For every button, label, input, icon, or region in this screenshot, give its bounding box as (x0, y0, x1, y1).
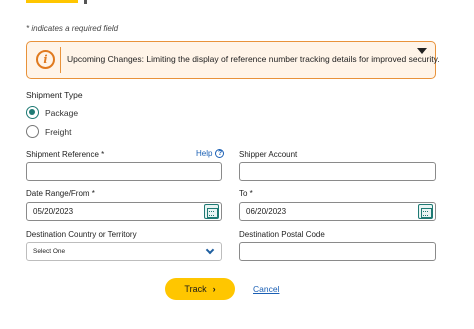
top-tick-mark (84, 0, 87, 4)
upcoming-changes-alert: i Upcoming Changes: Limiting the display… (26, 41, 440, 79)
shipper-account-label: Shipper Account (239, 150, 298, 159)
date-from-input[interactable]: 05/20/2023 (26, 202, 222, 221)
required-field-note: * indicates a required field (26, 24, 119, 33)
track-button[interactable]: Track › (165, 278, 235, 300)
destination-country-label: Destination Country or Territory (26, 230, 137, 239)
alert-message: Upcoming Changes: Limiting the display o… (67, 54, 440, 64)
destination-postal-label: Destination Postal Code (239, 230, 325, 239)
radio-package-label: Package (45, 107, 79, 118)
date-from-value: 05/20/2023 (33, 207, 74, 216)
cancel-link[interactable]: Cancel (253, 284, 279, 294)
shipment-type-label: Shipment Type (26, 90, 83, 100)
radio-freight-label: Freight (45, 126, 72, 137)
date-to-input[interactable]: 06/20/2023 (239, 202, 436, 221)
calendar-icon[interactable] (418, 204, 433, 219)
chevron-down-icon (205, 245, 215, 255)
radio-package[interactable]: Package (26, 106, 78, 119)
date-to-label: To * (239, 189, 253, 198)
info-icon: i (36, 50, 55, 69)
chevron-right-icon: › (212, 284, 216, 294)
date-to-value: 06/20/2023 (246, 207, 287, 216)
help-icon[interactable]: ? (215, 149, 225, 158)
track-label: Track (184, 284, 207, 294)
date-from-label: Date Range/From * (26, 189, 95, 198)
destination-country-select[interactable]: Select One (26, 242, 222, 261)
radio-freight[interactable]: Freight (26, 125, 71, 138)
caret-down-icon[interactable] (417, 48, 427, 54)
help-link[interactable]: Help ? (196, 149, 225, 158)
destination-country-value: Select One (33, 248, 66, 255)
radio-package-button[interactable] (26, 106, 39, 119)
shipment-reference-label: Shipment Reference * (26, 150, 105, 159)
shipper-account-input[interactable] (239, 162, 436, 181)
help-label[interactable]: Help (196, 149, 212, 158)
calendar-icon[interactable] (204, 204, 219, 219)
shipment-reference-input[interactable] (26, 162, 222, 181)
radio-freight-button[interactable] (26, 125, 39, 138)
destination-postal-input[interactable] (239, 242, 436, 261)
top-accent-bar (26, 0, 78, 3)
alert-divider (60, 47, 61, 73)
